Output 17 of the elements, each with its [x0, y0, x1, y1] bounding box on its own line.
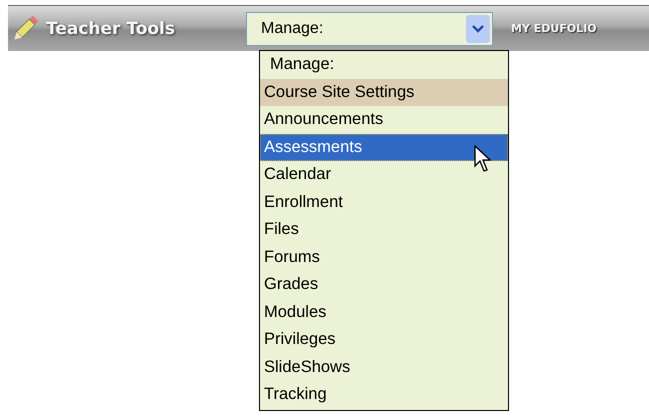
- manage-select[interactable]: Manage:: [246, 12, 493, 46]
- dropdown-option[interactable]: Privileges: [260, 326, 508, 354]
- dropdown-option[interactable]: Assessments: [260, 134, 508, 161]
- dropdown-option[interactable]: Calendar: [260, 161, 508, 188]
- dropdown-option[interactable]: Forums: [260, 244, 508, 271]
- toolbar-title: Teacher Tools: [46, 18, 176, 38]
- dropdown-option[interactable]: Manage:: [260, 51, 508, 78]
- dropdown-option[interactable]: Modules: [260, 298, 508, 326]
- mouse-pointer-icon: [474, 145, 492, 173]
- chevron-down-icon: [472, 24, 484, 32]
- dropdown-option[interactable]: Files: [260, 216, 508, 244]
- dropdown-option[interactable]: Grades: [260, 271, 508, 298]
- dropdown-option[interactable]: SlideShows: [260, 354, 508, 381]
- dropdown-option[interactable]: Tracking: [260, 381, 508, 408]
- dropdown-option[interactable]: Announcements: [260, 106, 508, 134]
- dropdown-option[interactable]: Enrollment: [260, 188, 508, 216]
- dropdown-option[interactable]: Course Site Settings: [260, 78, 508, 106]
